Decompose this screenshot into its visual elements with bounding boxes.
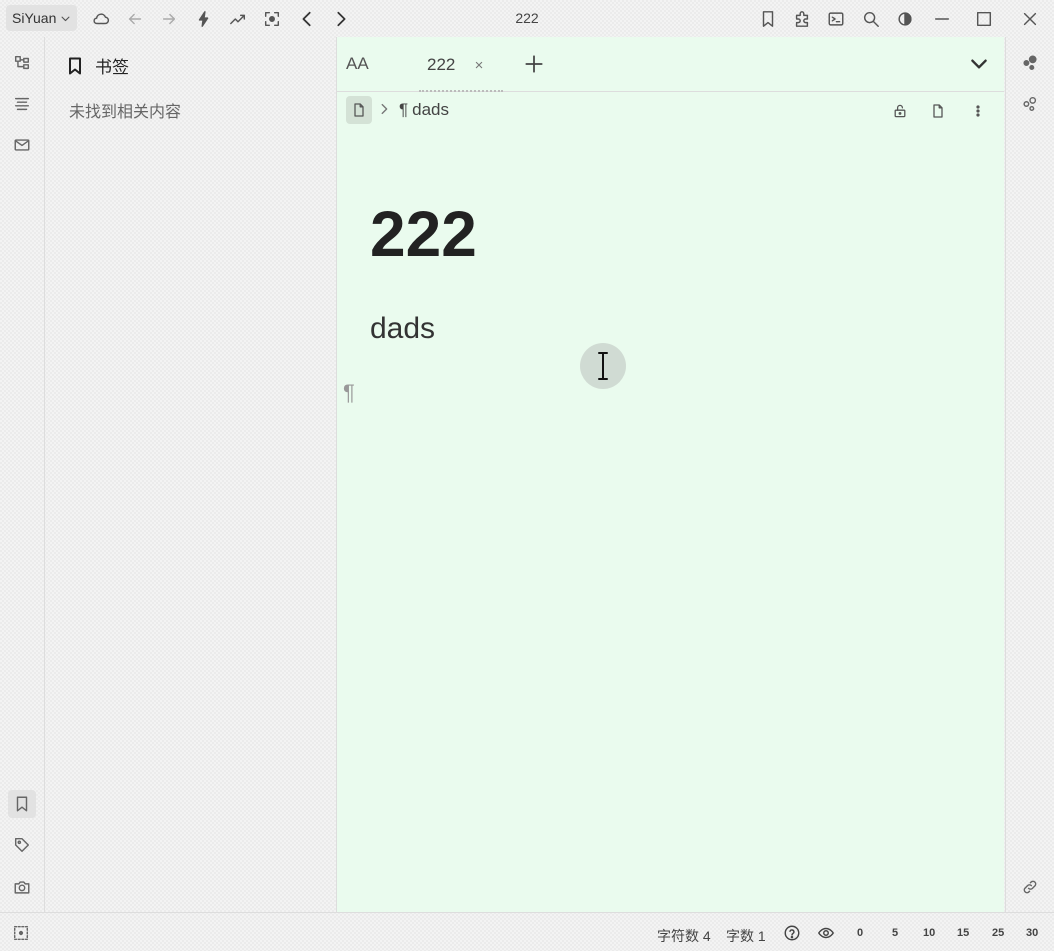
focus-frame-icon[interactable] xyxy=(261,8,283,30)
right-dock xyxy=(1005,37,1054,912)
terminal-icon[interactable] xyxy=(825,8,847,30)
tab-title: 222 xyxy=(427,55,456,74)
tab-list-chevron-icon[interactable] xyxy=(968,53,992,77)
bookmark-header-icon xyxy=(65,56,85,76)
breadcrumb-item-paragraph[interactable]: ¶ dads xyxy=(399,100,449,120)
theme-mode-icon[interactable] xyxy=(894,8,916,30)
document-icon[interactable] xyxy=(346,96,372,124)
help-icon[interactable] xyxy=(783,924,803,944)
top-toolbar: SiYuan 222 xyxy=(0,0,1054,37)
breadcrumb-item-label: dads xyxy=(412,100,450,119)
inbox-mail-icon[interactable] xyxy=(8,131,36,159)
minimize-icon[interactable] xyxy=(931,8,953,30)
left-dock xyxy=(0,37,45,912)
close-icon[interactable] xyxy=(1019,8,1041,30)
bookmark-panel-title: 书签 xyxy=(95,58,129,77)
tab-close-icon[interactable]: × xyxy=(471,55,487,75)
zoom-step-25[interactable]: 25 xyxy=(992,927,1004,939)
doc-info-icon[interactable] xyxy=(927,100,949,122)
workspace-label: SiYuan xyxy=(12,10,57,26)
file-tree-icon[interactable] xyxy=(8,49,36,77)
zoom-step-0[interactable]: 0 xyxy=(857,927,863,939)
outline-icon[interactable] xyxy=(8,90,36,118)
graph-trend-icon[interactable] xyxy=(227,8,249,30)
tab-bar: AA 222 × xyxy=(337,37,1004,92)
global-graph-icon[interactable] xyxy=(1016,90,1044,118)
chevron-right-icon[interactable] xyxy=(330,8,352,30)
char-count: 字符数 4 xyxy=(657,928,711,944)
breadcrumb-chevron-icon xyxy=(377,102,391,116)
font-settings-button[interactable]: AA xyxy=(346,54,369,74)
more-vertical-icon[interactable] xyxy=(967,100,989,122)
word-count: 字数 1 xyxy=(726,928,766,944)
zoom-step-5[interactable]: 5 xyxy=(892,927,898,939)
maximize-icon[interactable] xyxy=(973,8,995,30)
plugin-puzzle-icon[interactable] xyxy=(791,8,813,30)
search-icon[interactable] xyxy=(860,8,882,30)
link-icon[interactable] xyxy=(1016,873,1044,901)
unlock-icon[interactable] xyxy=(889,100,911,122)
graph-view-icon[interactable] xyxy=(1016,49,1044,77)
breadcrumb: ¶ dads xyxy=(337,92,1004,128)
camera-icon[interactable] xyxy=(8,873,36,901)
forward-arrow-icon[interactable] xyxy=(158,8,180,30)
tab-document[interactable]: 222 × xyxy=(419,47,503,92)
bookmark-panel-header: 书签 xyxy=(65,53,129,78)
lightning-icon[interactable] xyxy=(193,8,215,30)
cloud-sync-icon[interactable] xyxy=(90,8,112,30)
bookmark-panel: 书签 未找到相关内容 xyxy=(51,37,337,912)
zoom-step-30[interactable]: 30 xyxy=(1026,927,1038,939)
chevron-left-icon[interactable] xyxy=(296,8,318,30)
bookmark-empty-message: 未找到相关内容 xyxy=(69,104,182,121)
workspace-menu-button[interactable]: SiYuan xyxy=(6,5,78,31)
dock-toggle-icon[interactable] xyxy=(12,924,30,942)
chevron-down-icon xyxy=(60,13,71,24)
bookmark-dock-icon[interactable] xyxy=(8,790,36,818)
zoom-step-10[interactable]: 10 xyxy=(923,927,935,939)
pilcrow-icon: ¶ xyxy=(399,100,409,119)
tag-icon[interactable] xyxy=(8,831,36,859)
zoom-step-15[interactable]: 15 xyxy=(957,927,969,939)
bookmark-icon[interactable] xyxy=(757,8,779,30)
paragraph-block[interactable]: dads xyxy=(370,312,435,346)
block-pilcrow-icon[interactable]: ¶ xyxy=(343,380,355,406)
back-arrow-icon[interactable] xyxy=(124,8,146,30)
document-title[interactable]: 222 xyxy=(370,197,477,271)
editor-area: AA 222 × ¶ dads 222 dads ¶ xyxy=(337,37,1004,912)
status-bar: 字符数 4 字数 1 0 5 10 15 25 30 xyxy=(0,912,1054,951)
text-cursor-icon xyxy=(580,343,626,389)
eye-icon[interactable] xyxy=(817,924,837,944)
new-tab-plus-icon[interactable] xyxy=(523,53,547,77)
